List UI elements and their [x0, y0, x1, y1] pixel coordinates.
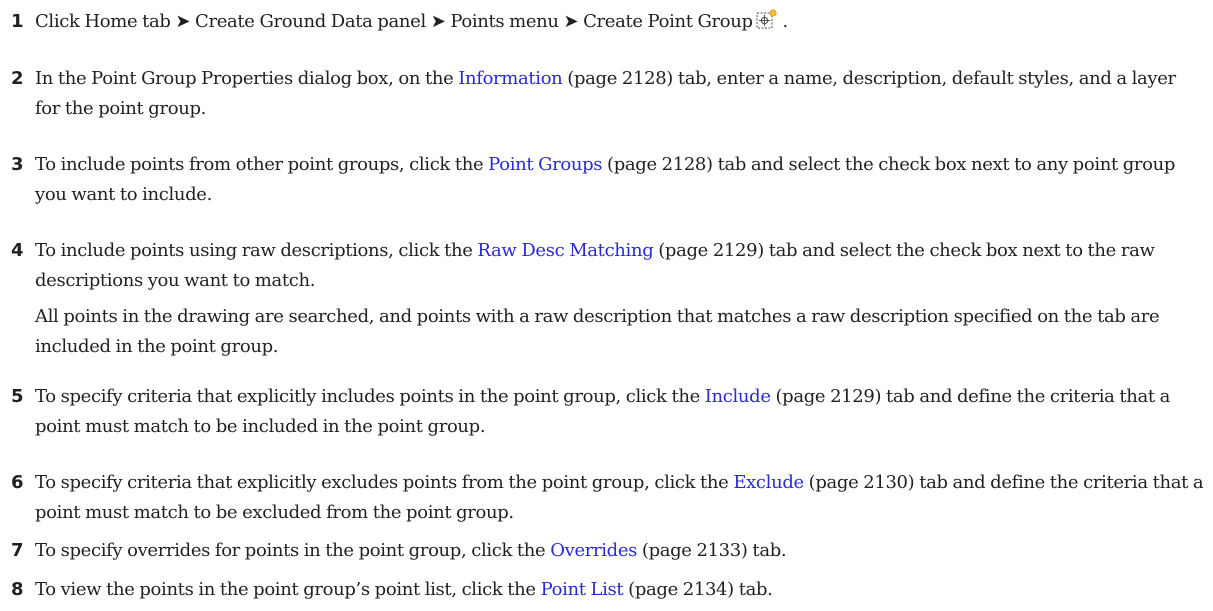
raw-desc-matching-tab-link[interactable]: Raw Desc Matching — [477, 240, 653, 261]
step-text: Click Home tab ➤ Create Ground Data pane… — [35, 7, 1205, 37]
step-text: To specify overrides for points in the p… — [35, 536, 1205, 566]
include-tab-link[interactable]: Include — [705, 386, 771, 407]
step-instruction: Click Home tab ➤ Create Ground Data pane… — [35, 11, 753, 32]
point-groups-tab-link[interactable]: Point Groups — [488, 154, 602, 175]
step-number: 6 — [11, 472, 24, 493]
step-instruction: To specify criteria that explicitly incl… — [35, 386, 705, 407]
step-instruction-end: tab. — [733, 579, 773, 600]
step-text: To include points from other point group… — [35, 150, 1205, 210]
step-text: To include points using raw descriptions… — [35, 236, 1205, 362]
page-reference: (page 2130) — [803, 472, 915, 493]
step-instruction: In the Point Group Properties dialog box… — [35, 68, 459, 89]
exclude-tab-link[interactable]: Exclude — [733, 472, 804, 493]
step-instruction: To include points from other point group… — [35, 154, 489, 175]
step-number: 4 — [11, 240, 24, 261]
step-number: 8 — [11, 579, 24, 600]
step-instruction: To specify criteria that explicitly excl… — [35, 472, 734, 493]
step-number: 7 — [11, 540, 24, 561]
step-text: In the Point Group Properties dialog box… — [35, 64, 1205, 124]
step-number: 2 — [11, 68, 24, 89]
step-text: To view the points in the point group’s … — [35, 575, 1205, 605]
step-text: To specify criteria that explicitly excl… — [35, 468, 1205, 528]
step-note: All points in the drawing are searched, … — [35, 306, 1160, 357]
step-punctuation: . — [782, 11, 789, 32]
step-number: 3 — [11, 154, 24, 175]
step-instruction: To specify overrides for points in the p… — [35, 540, 551, 561]
overrides-tab-link[interactable]: Overrides — [550, 540, 637, 561]
page-reference: (page 2128) — [602, 154, 713, 175]
page-reference: (page 2129) — [770, 386, 882, 407]
step-instruction-end: tab. — [747, 540, 787, 561]
page-reference: (page 2128) — [562, 68, 673, 89]
step-number: 5 — [11, 386, 24, 407]
page-reference: (page 2133) — [637, 540, 748, 561]
step-number: 1 — [11, 11, 24, 32]
step-instruction: To include points using raw descriptions… — [35, 240, 478, 261]
step-text: To specify criteria that explicitly incl… — [35, 382, 1205, 442]
step-instruction: To view the points in the point group’s … — [35, 579, 541, 600]
point-list-tab-link[interactable]: Point List — [541, 579, 624, 600]
page-reference: (page 2129) — [653, 240, 764, 261]
page-reference: (page 2134) — [623, 579, 734, 600]
create-point-group-icon — [756, 8, 778, 30]
information-tab-link[interactable]: Information — [458, 68, 563, 89]
